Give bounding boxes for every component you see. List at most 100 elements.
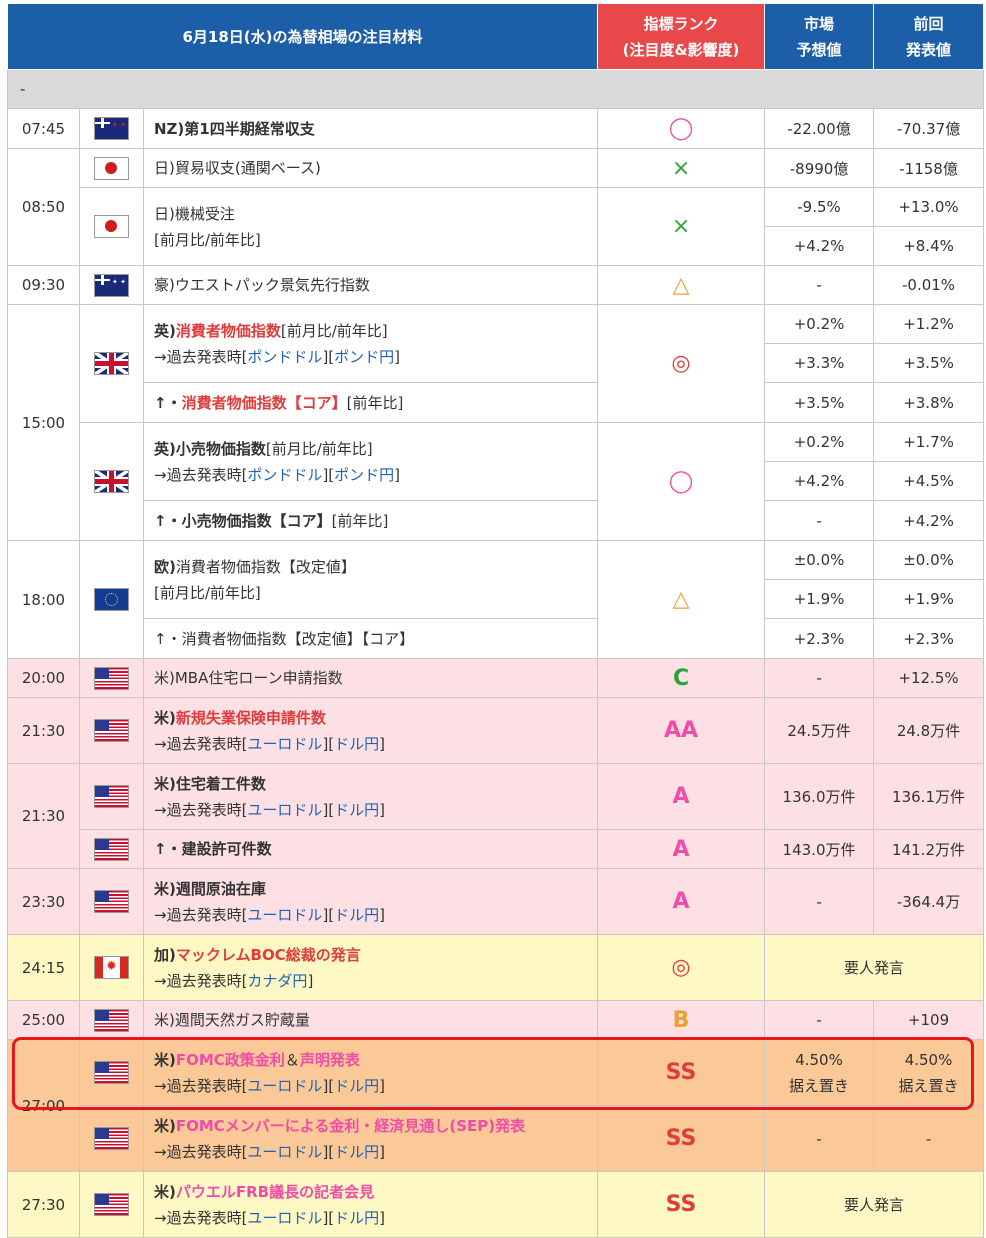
link-dollar-yen[interactable]: ドル円 xyxy=(334,1209,379,1227)
event-name: 英)小売物価指数[前月比/前年比] →過去発表時[ポンドドル][ポンド円] xyxy=(142,422,599,501)
link-euro-dollar[interactable]: ユーロドル xyxy=(247,801,322,819)
rank-header: 指標ランク (注目度&影響度) xyxy=(597,3,766,70)
link-euro-dollar[interactable]: ユーロドル xyxy=(247,1209,322,1227)
forecast-value: -22.00億 xyxy=(764,108,875,149)
previous-value: 136.1万件 xyxy=(873,763,985,830)
previous-value: -1158億 xyxy=(873,148,985,188)
previous-value: 141.2万件 xyxy=(873,829,985,869)
forecast-value: +4.2% xyxy=(764,461,875,501)
event-time: 18:00 xyxy=(7,540,80,659)
event-name: 欧)消費者物価指数【改定値】 [前月比/前年比] xyxy=(142,540,599,619)
previous-value: -70.37億 xyxy=(873,108,985,149)
forecast-value: +1.9% xyxy=(764,579,875,619)
speech-note: 要人発言 xyxy=(764,934,985,1001)
rank-header-line2: (注目度&影響度) xyxy=(622,40,740,59)
us-flag-icon xyxy=(94,666,129,690)
event-name: 米)MBA住宅ローン申請指数 xyxy=(142,658,599,698)
forecast-value: -9.5% xyxy=(764,187,875,227)
table-row: 07:45 NZ)第1四半期経常収支 ◯ -22.00億 -70.37億 xyxy=(7,108,985,149)
rank-mark: △ xyxy=(597,540,766,659)
previous-value: +4.5% xyxy=(873,461,985,501)
link-pound-yen[interactable]: ポンド円 xyxy=(334,466,394,484)
uk-flag-icon xyxy=(94,470,129,493)
us-flag-icon xyxy=(94,719,129,742)
forecast-value: - xyxy=(764,500,875,541)
previous-value: +1.9% xyxy=(873,579,985,619)
link-dollar-yen[interactable]: ドル円 xyxy=(334,906,379,924)
eu-flag-icon xyxy=(94,588,129,611)
event-name: 米)住宅着工件数 →過去発表時[ユーロドル][ドル円] xyxy=(142,763,599,830)
rank-letter: SS xyxy=(597,1105,766,1172)
rank-mark: ◯ xyxy=(597,422,766,541)
speech-note: 要人発言 xyxy=(764,1171,985,1238)
forecast-value: ±0.0% xyxy=(764,540,875,580)
event-name: 米)パウエルFRB議長の記者会見 →過去発表時[ユーロドル][ドル円] xyxy=(142,1171,599,1238)
table-row: 20:00 米)MBA住宅ローン申請指数 C - +12.5% xyxy=(7,658,985,698)
rank-mark: × xyxy=(597,148,766,188)
previous-value: -0.01% xyxy=(873,265,985,305)
link-cad-yen[interactable]: カナダ円 xyxy=(247,972,307,990)
previous-value: 24.8万件 xyxy=(873,697,985,764)
rank-mark: ◎ xyxy=(597,934,766,1001)
rank-letter: A xyxy=(597,829,766,869)
separator-row: - xyxy=(6,69,985,109)
nz-flag-icon xyxy=(94,117,129,140)
link-dollar-yen[interactable]: ドル円 xyxy=(334,735,379,753)
event-time: 20:00 xyxy=(7,658,80,698)
link-dollar-yen[interactable]: ドル円 xyxy=(334,801,379,819)
forecast-value: - xyxy=(764,1000,875,1040)
table-row: 08:50 日)貿易収支(通関ベース) × -8990億 -1158億 xyxy=(7,148,985,266)
link-euro-dollar[interactable]: ユーロドル xyxy=(247,906,322,924)
forecast-value: - xyxy=(764,1105,875,1172)
event-name: ↑・消費者物価指数【コア】[前年比] xyxy=(142,382,599,423)
event-name: ↑・小売物価指数【コア】[前年比] xyxy=(142,500,599,541)
rank-header-line1: 指標ランク xyxy=(643,14,719,33)
event-name: 加)マックレムBOC総裁の発言 →過去発表時[カナダ円] xyxy=(142,934,599,1001)
event-name: 米)FOMCメンバーによる金利・経済見通し(SEP)発表 →過去発表時[ユーロド… xyxy=(142,1105,599,1172)
us-flag-icon xyxy=(94,1127,129,1150)
previous-value: +3.8% xyxy=(873,382,985,423)
link-euro-dollar[interactable]: ユーロドル xyxy=(247,1143,322,1161)
event-time: 27:30 xyxy=(7,1171,80,1238)
us-flag-icon xyxy=(94,785,129,808)
link-pound-yen[interactable]: ポンド円 xyxy=(334,348,394,366)
table-row: 18:00 欧)消費者物価指数【改定値】 [前月比/前年比] △ ±0.0% ±0… xyxy=(7,540,985,659)
previous-value: +4.2% xyxy=(873,500,985,541)
calendar-title: 6月18日(水)の為替相場の注目材料 xyxy=(6,3,599,70)
table-row: 27:30 米)パウエルFRB議長の記者会見 →過去発表時[ユーロドル][ドル円… xyxy=(7,1171,985,1238)
event-time: 21:30 xyxy=(7,697,80,764)
previous-value: ±0.0% xyxy=(873,540,985,580)
link-pound-dollar[interactable]: ポンドドル xyxy=(247,466,322,484)
event-name: ↑・建設許可件数 xyxy=(142,829,599,869)
rank-letter: B xyxy=(597,1000,766,1040)
event-name: 米)週間天然ガス貯蔵量 xyxy=(142,1000,599,1040)
forecast-value: - xyxy=(764,868,875,935)
previous-value: +109 xyxy=(873,1000,985,1040)
link-dollar-yen[interactable]: ドル円 xyxy=(334,1143,379,1161)
event-time: 21:30 xyxy=(7,763,80,869)
previous-value: +8.4% xyxy=(873,226,985,266)
forecast-header-line2: 予想値 xyxy=(796,40,842,59)
forecast-value: - xyxy=(764,658,875,698)
table-row: 09:30 豪)ウエストパック景気先行指数 △ - -0.01% xyxy=(7,265,985,305)
table-row: 24:15 加)マックレムBOC総裁の発言 →過去発表時[カナダ円] ◎ 要人発… xyxy=(7,934,985,1001)
ca-flag-icon xyxy=(94,956,129,979)
link-pound-dollar[interactable]: ポンドドル xyxy=(247,348,322,366)
forecast-value: +3.3% xyxy=(764,343,875,383)
forecast-value: - xyxy=(764,265,875,305)
previous-value: +1.2% xyxy=(873,304,985,344)
link-euro-dollar[interactable]: ユーロドル xyxy=(247,735,322,753)
forecast-header-line1: 市場 xyxy=(804,14,835,33)
event-time: 09:30 xyxy=(7,265,80,305)
jp-flag-icon xyxy=(94,156,129,180)
us-flag-icon xyxy=(94,890,129,913)
rank-mark: △ xyxy=(597,265,766,305)
us-flag-icon xyxy=(94,1193,129,1216)
forecast-value: +0.2% xyxy=(764,304,875,344)
au-flag-icon xyxy=(94,273,129,297)
table-row: 日)機械受注 [前月比/前年比] × -9.5% +13.0% xyxy=(8,187,985,266)
fomc-highlight-box xyxy=(12,1037,974,1110)
previous-value: -364.4万 xyxy=(873,868,985,935)
jp-flag-icon xyxy=(94,215,129,238)
event-time: 25:00 xyxy=(7,1000,80,1040)
